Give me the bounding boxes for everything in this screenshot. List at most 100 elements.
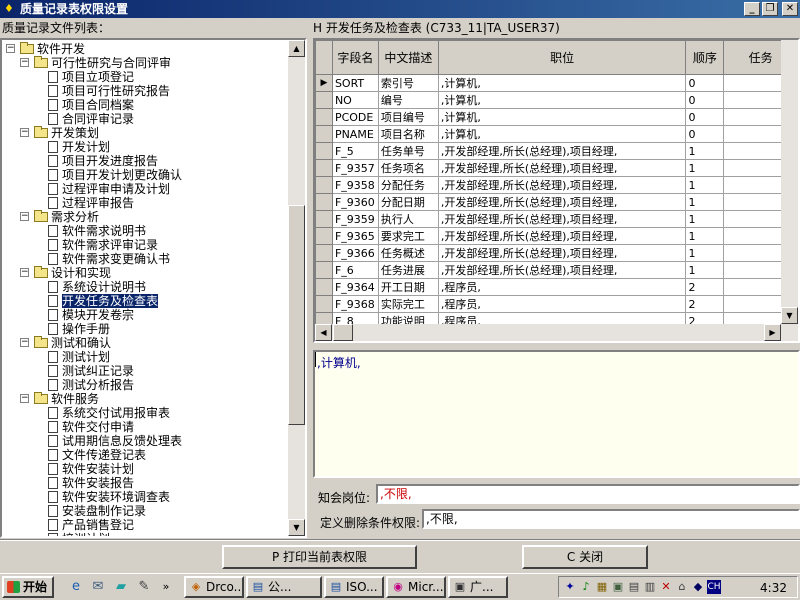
row-indicator[interactable] — [315, 278, 333, 296]
cell-desc[interactable]: 索引号 — [377, 74, 439, 92]
cell-desc[interactable]: 实际完工 — [377, 295, 439, 313]
print-button[interactable]: P 打印当前表权限 — [222, 545, 417, 569]
cell-field[interactable]: F_9358 — [331, 176, 379, 194]
tree-item[interactable]: 产品销售登记 — [48, 518, 134, 532]
tree-item[interactable]: 操作手册 — [48, 322, 110, 336]
collapse-icon[interactable]: − — [20, 128, 29, 137]
cell-order[interactable]: 0 — [685, 125, 725, 143]
col-header-desc[interactable]: 中文描述 — [377, 40, 439, 75]
cell-position[interactable]: ,程序员, — [437, 295, 687, 313]
cell-desc[interactable]: 开工日期 — [377, 278, 439, 296]
row-indicator[interactable] — [315, 244, 333, 262]
tree-item[interactable]: 项目开发计划更改确认 — [48, 168, 182, 182]
task-button-drco[interactable]: ◈ Drco... — [184, 576, 244, 598]
cell-field[interactable]: PCODE — [331, 108, 379, 126]
grid-scroll-thumb[interactable] — [333, 324, 353, 341]
col-header-field[interactable]: 字段名 — [331, 40, 379, 75]
scroll-down-icon[interactable]: ▼ — [288, 519, 305, 536]
close-window-button[interactable]: ✕ — [782, 2, 798, 16]
table-row[interactable]: NO 编号 ,计算机, 0 — [315, 91, 798, 109]
col-header-order[interactable]: 顺序 — [685, 40, 725, 75]
memo-field[interactable]: ,计算机, — [313, 350, 800, 478]
grid-scroll-down-icon[interactable]: ▼ — [781, 307, 798, 324]
cell-desc[interactable]: 要求完工 — [377, 227, 439, 245]
row-indicator[interactable] — [315, 159, 333, 177]
row-indicator[interactable]: ▶ — [315, 74, 333, 92]
collapse-icon[interactable]: − — [6, 44, 15, 53]
cell-field[interactable]: F_9365 — [331, 227, 379, 245]
tree-item[interactable]: 开发计划 — [48, 140, 110, 154]
collapse-icon[interactable]: − — [20, 268, 29, 277]
restore-button[interactable]: ❐ — [762, 2, 778, 16]
cell-desc[interactable]: 任务概述 — [377, 244, 439, 262]
cell-order[interactable]: 0 — [685, 74, 725, 92]
cell-position[interactable]: ,开发部经理,所长(总经理),项目经理, — [437, 159, 687, 177]
scroll-left-icon[interactable]: ◀ — [315, 324, 332, 341]
cell-desc[interactable]: 项目编号 — [377, 108, 439, 126]
row-indicator[interactable] — [315, 108, 333, 126]
cell-field[interactable]: F_5 — [331, 142, 379, 160]
cell-field[interactable]: F_9366 — [331, 244, 379, 262]
cell-position[interactable]: ,开发部经理,所长(总经理),项目经理, — [437, 261, 687, 279]
cell-position[interactable]: ,开发部经理,所长(总经理),项目经理, — [437, 193, 687, 211]
chevron-icon[interactable]: » — [158, 579, 174, 595]
row-indicator[interactable] — [315, 176, 333, 194]
tree-item[interactable]: 测试计划 — [48, 350, 110, 364]
table-row[interactable]: ▶ SORT 索引号 ,计算机, 0 — [315, 74, 798, 92]
cell-position[interactable]: ,计算机, — [437, 74, 687, 92]
cell-desc[interactable]: 编号 — [377, 91, 439, 109]
collapse-icon[interactable]: − — [20, 58, 29, 67]
cell-order[interactable]: 0 — [685, 108, 725, 126]
field-grid[interactable]: 字段名 中文描述 职位 顺序 任务 ▶ SORT 索引号 ,计算机, 0 NO 编号 ,计算机… — [313, 38, 800, 343]
cell-desc[interactable]: 项目名称 — [377, 125, 439, 143]
cell-desc[interactable]: 任务项名 — [377, 159, 439, 177]
table-row[interactable]: F_9360 分配日期 ,开发部经理,所长(总经理),项目经理, 1 — [315, 193, 798, 211]
cell-field[interactable]: NO — [331, 91, 379, 109]
table-row[interactable]: PCODE 项目编号 ,计算机, 0 — [315, 108, 798, 126]
tree-item[interactable]: 测试纠正记录 — [48, 364, 134, 378]
cell-order[interactable]: 1 — [685, 176, 725, 194]
desktop-icon[interactable]: ▰ — [113, 579, 129, 595]
tray-icon[interactable]: ✕ — [659, 580, 673, 594]
collapse-icon[interactable]: − — [20, 338, 29, 347]
ie-icon[interactable]: e — [68, 579, 84, 595]
col-header-position[interactable]: 职位 — [437, 40, 687, 75]
collapse-icon[interactable]: − — [20, 394, 29, 403]
cell-position[interactable]: ,开发部经理,所长(总经理),项目经理, — [437, 210, 687, 228]
tree-item[interactable]: 软件开发 — [20, 42, 85, 56]
tree-item[interactable]: 测试分析报告 — [48, 378, 134, 392]
tree-item[interactable]: 软件安装报告 — [48, 476, 134, 490]
tray-icon[interactable]: ♪ — [579, 580, 593, 594]
table-row[interactable]: F_9365 要求完工 ,开发部经理,所长(总经理),项目经理, 1 — [315, 227, 798, 245]
cell-order[interactable]: 1 — [685, 142, 725, 160]
cell-desc[interactable]: 分配日期 — [377, 193, 439, 211]
cell-order[interactable]: 1 — [685, 261, 725, 279]
tray-icon[interactable]: ▤ — [627, 580, 641, 594]
cell-order[interactable]: 2 — [685, 278, 725, 296]
row-indicator[interactable] — [315, 125, 333, 143]
cell-order[interactable]: 2 — [685, 295, 725, 313]
tree-item[interactable]: 软件安装环境调查表 — [48, 490, 170, 504]
cell-position[interactable]: ,程序员, — [437, 278, 687, 296]
table-row[interactable]: F_6 任务进展 ,开发部经理,所长(总经理),项目经理, 1 — [315, 261, 798, 279]
close-button[interactable]: C 关闭 — [522, 545, 648, 569]
tray-icon[interactable]: ✦ — [563, 580, 577, 594]
tray-icon[interactable]: ▣ — [611, 580, 625, 594]
minimize-button[interactable]: _ — [744, 2, 760, 16]
table-row[interactable]: PNAME 项目名称 ,计算机, 0 — [315, 125, 798, 143]
cell-desc[interactable]: 任务进展 — [377, 261, 439, 279]
tree-item[interactable]: 项目合同档案 — [48, 98, 134, 112]
tree-item[interactable]: 软件需求评审记录 — [48, 238, 158, 252]
tree-item[interactable]: 合同评审记录 — [48, 112, 134, 126]
tree-item[interactable]: 过程评审报告 — [48, 196, 134, 210]
grid-vscrollbar[interactable]: ▼ — [781, 40, 798, 341]
scroll-right-icon[interactable]: ▶ — [764, 324, 781, 341]
tray-icon[interactable]: ▥ — [643, 580, 657, 594]
table-row[interactable]: F_9357 任务项名 ,开发部经理,所长(总经理),项目经理, 1 — [315, 159, 798, 177]
tree-item[interactable]: 需求分析 — [34, 210, 99, 224]
tree-item[interactable]: 试用期信息反馈处理表 — [48, 434, 182, 448]
tray-icon[interactable]: ◆ — [691, 580, 705, 594]
collapse-icon[interactable]: − — [20, 212, 29, 221]
tree-item[interactable]: 项目可行性研究报告 — [48, 84, 170, 98]
cell-order[interactable]: 1 — [685, 159, 725, 177]
